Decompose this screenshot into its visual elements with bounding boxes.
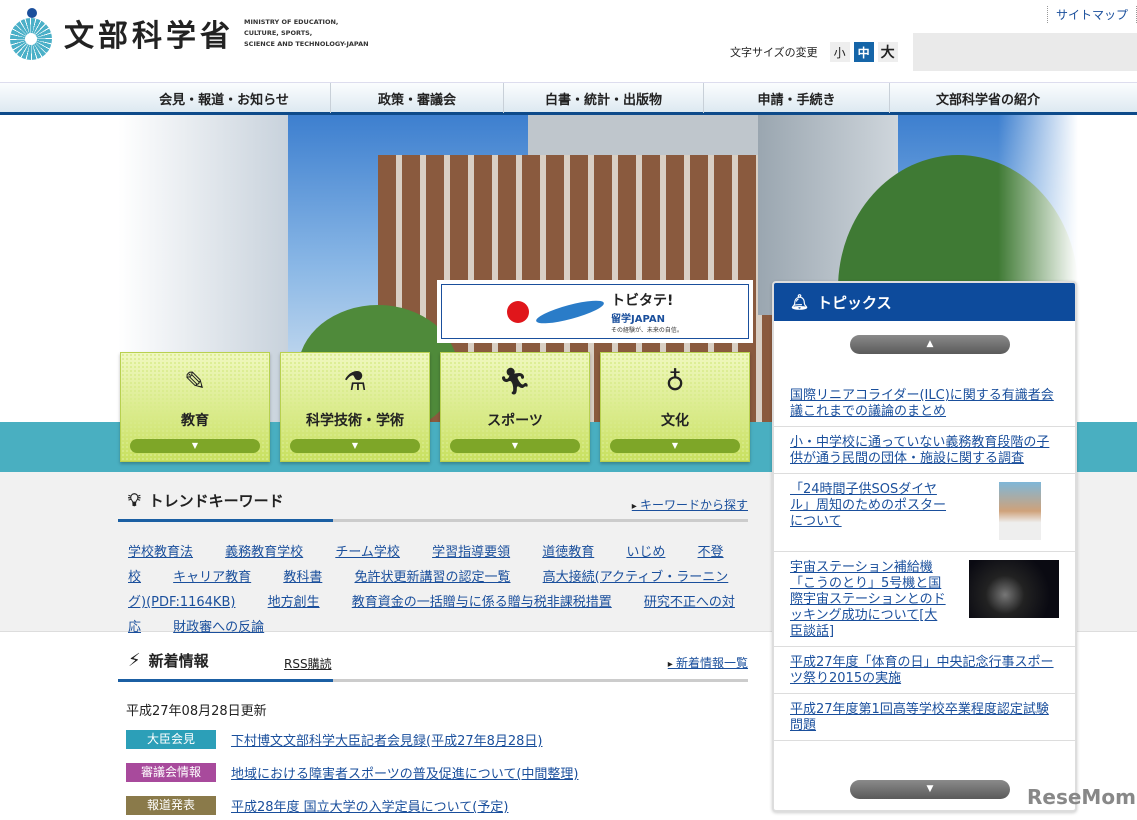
category-label: 科学技術・学術 xyxy=(306,413,404,429)
news-category-badge: 大臣会見 xyxy=(126,730,216,749)
news-title: 新着情報 xyxy=(148,652,209,670)
nav-policy[interactable]: 政策・審議会 xyxy=(331,83,504,113)
lightning-icon: ⚡︎ xyxy=(128,650,141,671)
keyword-link[interactable]: 財政審への反論 xyxy=(173,620,264,635)
trend-keywords: 学校教育法 義務教育学校 チーム学校 学習指導要領 道徳教育 いじめ 不登校 キ… xyxy=(128,540,743,640)
news-category-badge: 報道発表 xyxy=(126,796,216,815)
topic-item: 小・中学校に通っていない義務教育段階の子供が通う民間の団体・施設に関する調査 xyxy=(774,427,1075,474)
category-science[interactable]: ⚗ 科学技術・学術 ▼ xyxy=(280,352,430,462)
topic-item: 「24時間子供SOSダイヤル」周知のためのポスターについて xyxy=(774,474,1075,552)
logo-emblem-icon xyxy=(10,8,54,60)
category-education[interactable]: ✎ 教育 ▼ xyxy=(120,352,270,462)
news-header: ⚡︎ 新着情報 RSS購読 新着情報一覧 xyxy=(118,642,748,682)
banner-tagline: その経験が、未来の自信。 xyxy=(611,326,683,334)
font-size-switcher: 文字サイズの変更 小 中 大 xyxy=(730,42,898,62)
font-size-medium-button[interactable]: 中 xyxy=(853,42,874,62)
category-culture[interactable]: ♁ 文化 ▼ xyxy=(600,352,750,462)
keyword-link[interactable]: 地方創生 xyxy=(268,595,320,610)
nav-press[interactable]: 会見・報道・お知らせ xyxy=(118,83,331,113)
nav-applications[interactable]: 申請・手続き xyxy=(704,83,890,113)
topic-link[interactable]: 平成27年度第1回高等学校卒業程度認定試験問題 xyxy=(790,702,1059,734)
logo-japanese-name: 文部科学省 xyxy=(64,19,234,54)
banner-title: トビタテ! xyxy=(611,292,674,309)
sitemap-link[interactable]: サイトマップ xyxy=(1047,6,1137,23)
nav-about[interactable]: 文部科学省の紹介 xyxy=(890,83,1086,113)
font-size-label: 文字サイズの変更 xyxy=(730,46,818,59)
topics-panel: 🔔︎ トピックス ▲ 国際リニアコライダー(ILC)に関する有識者会議これまでの議… xyxy=(772,281,1077,812)
news-link[interactable]: 下村博文文部科学大臣記者会見録(平成27年8月28日) xyxy=(231,730,543,749)
trend-header: 💡︎ トレンドキーワード キーワードから探す xyxy=(118,482,748,522)
medal-icon: ♁ xyxy=(665,367,685,397)
ministry-logo[interactable]: 文部科学省 MINISTRY OF EDUCATION, CULTURE, SP… xyxy=(10,8,369,60)
chevron-down-icon: ▼ xyxy=(290,439,420,453)
topic-item: 国際リニアコライダー(ILC)に関する有識者会議これまでの議論のまとめ xyxy=(774,380,1075,427)
news-link[interactable]: 平成28年度 国立大学の入学定員について(予定) xyxy=(231,796,508,815)
scroll-up-button[interactable]: ▲ xyxy=(850,335,1010,354)
logo-english-name: MINISTRY OF EDUCATION, CULTURE, SPORTS, … xyxy=(244,17,369,50)
keyword-link[interactable]: 義務教育学校 xyxy=(225,545,303,560)
topic-item: 宇宙ステーション補給機「こうのとり」5号機と国際宇宙ステーションとのドッキング成… xyxy=(774,552,1075,647)
flask-icon: ⚗ xyxy=(343,367,367,397)
news-category-badge: 審議会情報 xyxy=(126,763,216,782)
font-size-large-button[interactable]: 大 xyxy=(877,42,898,62)
news-list-link[interactable]: 新着情報一覧 xyxy=(668,654,748,671)
news-item: 審議会情報 地域における障害者スポーツの普及促進について(中間整理) xyxy=(126,763,579,782)
logo-en-line: SCIENCE AND TECHNOLOGY-JAPAN xyxy=(244,39,369,48)
topic-link[interactable]: 宇宙ステーション補給機「こうのとり」5号機と国際宇宙ステーションとのドッキング成… xyxy=(790,560,950,640)
topics-title: トピックス xyxy=(817,293,892,312)
keyword-link[interactable]: キャリア教育 xyxy=(173,570,251,585)
updated-date: 平成27年08月28日更新 xyxy=(126,704,267,719)
space-station-thumbnail[interactable] xyxy=(969,560,1059,618)
category-label: 文化 xyxy=(661,413,689,429)
logo-en-line: CULTURE, SPORTS, xyxy=(244,28,313,37)
lightbulb-icon: 💡︎ xyxy=(128,490,141,511)
banner-subtitle: 留学JAPAN xyxy=(611,313,666,325)
keyword-link[interactable]: 学習指導要領 xyxy=(432,545,510,560)
topic-link[interactable]: 小・中学校に通っていない義務教育段階の子供が通う民間の団体・施設に関する調査 xyxy=(790,435,1059,467)
logo-en-line: MINISTRY OF EDUCATION, xyxy=(244,17,339,26)
tobitate-banner[interactable]: トビタテ! 留学JAPAN その経験が、未来の自信。 xyxy=(437,280,753,343)
category-label: スポーツ xyxy=(487,413,543,429)
font-size-small-button[interactable]: 小 xyxy=(829,42,850,62)
category-label: 教育 xyxy=(181,413,209,429)
keyword-search-link[interactable]: キーワードから探す xyxy=(632,496,748,513)
bird-icon xyxy=(534,295,606,328)
rss-link[interactable]: RSS購読 xyxy=(284,655,332,672)
trend-title: トレンドキーワード xyxy=(148,492,284,510)
global-nav: 会見・報道・お知らせ 政策・審議会 白書・統計・出版物 申請・手続き 文部科学省… xyxy=(0,82,1137,115)
keyword-link[interactable]: 教育資金の一括贈与に係る贈与税非課税措置 xyxy=(352,595,612,610)
news-item: 報道発表 平成28年度 国立大学の入学定員について(予定) xyxy=(126,796,508,815)
header: 文部科学省 MINISTRY OF EDUCATION, CULTURE, SP… xyxy=(0,0,1137,82)
bell-icon: 🔔︎ xyxy=(790,293,810,311)
category-sports[interactable]: 🏃︎ スポーツ ▼ xyxy=(440,352,590,462)
poster-thumbnail[interactable] xyxy=(999,482,1041,540)
pencil-icon: ✎ xyxy=(184,367,206,397)
keyword-link[interactable]: 学校教育法 xyxy=(128,545,193,560)
runner-icon: 🏃︎ xyxy=(498,367,532,397)
keyword-link[interactable]: 教科書 xyxy=(283,570,322,585)
topic-link[interactable]: 国際リニアコライダー(ILC)に関する有識者会議これまでの議論のまとめ xyxy=(790,388,1059,420)
topic-item: 平成27年度第1回高等学校卒業程度認定試験問題 xyxy=(774,694,1075,741)
topic-item: 平成27年度「体育の日」中央記念行事スポーツ祭り2015の実施 xyxy=(774,647,1075,694)
topic-list: 国際リニアコライダー(ILC)に関する有識者会議これまでの議論のまとめ 小・中学校… xyxy=(774,380,1075,741)
sun-icon xyxy=(507,300,530,323)
chevron-down-icon: ▼ xyxy=(130,439,260,453)
keyword-link[interactable]: 道徳教育 xyxy=(542,545,594,560)
chevron-down-icon: ▼ xyxy=(450,439,580,453)
news-item: 大臣会見 下村博文文部科学大臣記者会見録(平成27年8月28日) xyxy=(126,730,543,749)
nav-publications[interactable]: 白書・統計・出版物 xyxy=(504,83,704,113)
keyword-link[interactable]: チーム学校 xyxy=(335,545,400,560)
keyword-link[interactable]: いじめ xyxy=(626,545,665,560)
scroll-down-button[interactable]: ▼ xyxy=(850,780,1010,799)
news-link[interactable]: 地域における障害者スポーツの普及促進について(中間整理) xyxy=(231,763,579,782)
topic-link[interactable]: 「24時間子供SOSダイヤル」周知のためのポスターについて xyxy=(790,482,950,545)
chevron-down-icon: ▼ xyxy=(610,439,740,453)
resemom-watermark: ReseMom xyxy=(1027,785,1136,809)
search-input[interactable] xyxy=(913,33,1137,71)
keyword-link[interactable]: 免許状更新講習の認定一覧 xyxy=(354,570,510,585)
topic-link[interactable]: 平成27年度「体育の日」中央記念行事スポーツ祭り2015の実施 xyxy=(790,655,1059,687)
